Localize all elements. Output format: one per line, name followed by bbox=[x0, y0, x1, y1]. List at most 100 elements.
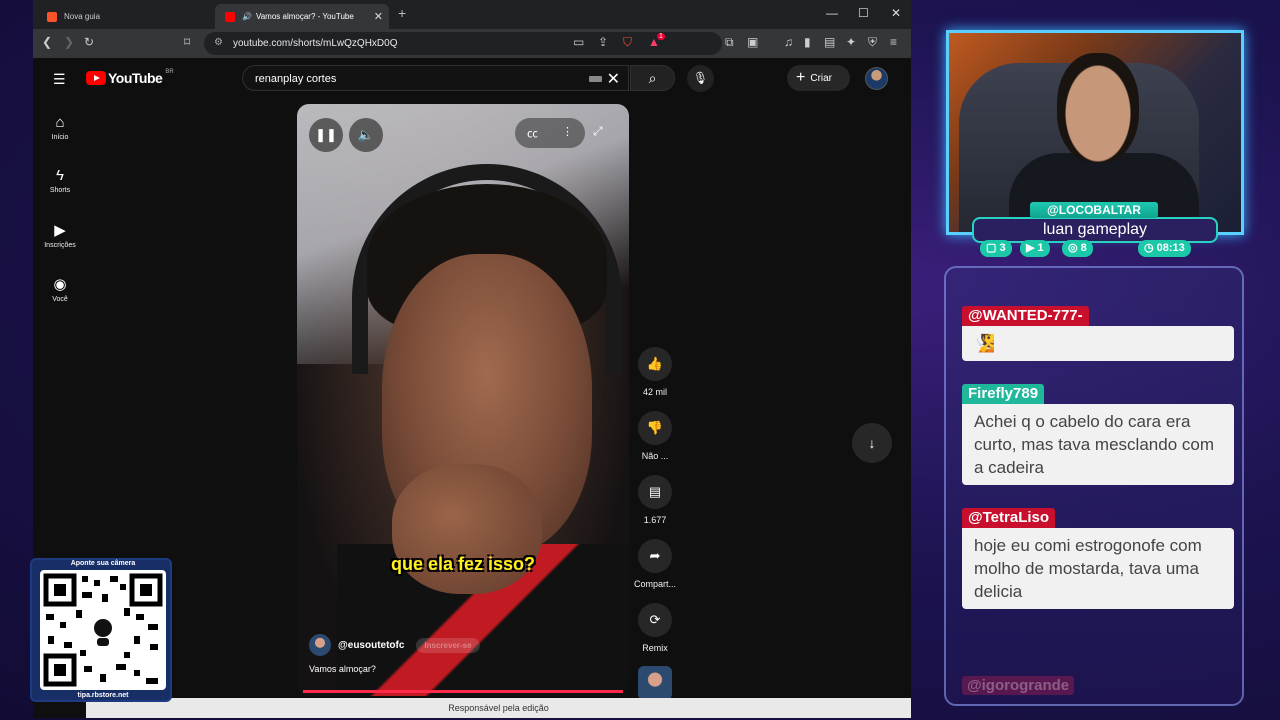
pause-button[interactable]: ❚❚ bbox=[309, 118, 343, 152]
comments-button[interactable]: ▤ 1.677 bbox=[631, 475, 679, 525]
tab-new-tab[interactable]: Nova guia bbox=[37, 4, 213, 29]
voice-search-button[interactable]: 🎙 bbox=[687, 65, 714, 92]
cast-icon[interactable]: ▭ bbox=[573, 35, 584, 49]
guide-menu-icon[interactable]: ☰ bbox=[53, 71, 66, 88]
edit-credit-bar: Responsável pela edição bbox=[86, 698, 911, 718]
more-options-icon[interactable]: ⋮ bbox=[562, 125, 573, 138]
youtube-favicon-icon bbox=[225, 11, 235, 22]
sidebar-item-label: Shorts bbox=[49, 187, 71, 194]
video-title[interactable]: Vamos almoçar? bbox=[309, 664, 376, 674]
create-button[interactable]: + Criar bbox=[787, 65, 850, 91]
logo-text: YouTube bbox=[108, 70, 163, 86]
chat-message: Firefly789 Achei q o cabelo do cara era … bbox=[962, 384, 1234, 485]
sidebar-item-shorts[interactable]: ϟ Shorts bbox=[33, 167, 87, 194]
keyboard-icon[interactable] bbox=[589, 76, 602, 82]
kick-icon: ◎ bbox=[1068, 242, 1081, 254]
share-icon: ➦ bbox=[638, 539, 672, 573]
shorts-icon: ϟ bbox=[56, 167, 64, 184]
new-tab-button[interactable]: + bbox=[398, 5, 406, 21]
remix-icon: ⟳ bbox=[638, 603, 672, 637]
search-input[interactable]: renanplay cortes ✕ bbox=[242, 65, 629, 91]
comment-count: 1.677 bbox=[643, 515, 667, 525]
clear-search-icon[interactable]: ✕ bbox=[607, 69, 620, 89]
pause-icon: ❚❚ bbox=[315, 127, 337, 142]
stat-value: 3 bbox=[999, 242, 1006, 254]
sidebar-item-home[interactable]: ⌂ Início bbox=[33, 114, 87, 141]
tab-title: Nova guia bbox=[64, 12, 101, 21]
qr-code bbox=[40, 570, 166, 690]
youtube-play-icon bbox=[86, 71, 106, 85]
leo-ai-icon[interactable]: ✦ bbox=[846, 35, 856, 49]
subscribe-button[interactable]: Inscrever-se bbox=[416, 637, 480, 653]
dislike-button[interactable]: 👎 Não ... bbox=[631, 411, 679, 461]
extensions-icon[interactable]: ⧉ bbox=[725, 35, 734, 50]
forward-icon[interactable]: ❯ bbox=[64, 35, 74, 49]
channel-name[interactable]: @eusoutetofc bbox=[338, 640, 404, 651]
chat-panel: @WANTED-777- 🧏 Firefly789 Achei q o cabe… bbox=[944, 266, 1244, 706]
address-bar[interactable]: ⚙ youtube.com/shorts/mLwQzQHxD0Q bbox=[204, 32, 722, 55]
search-icon: ⌕ bbox=[648, 70, 657, 86]
brave-icon bbox=[47, 11, 57, 22]
chat-username: @WANTED-777- bbox=[962, 306, 1089, 326]
qr-url: tipa.rbstore.net bbox=[77, 692, 129, 699]
qr-header: Aponte sua câmera bbox=[70, 560, 136, 567]
close-tab-icon[interactable]: ✕ bbox=[374, 10, 383, 23]
share-button[interactable]: ➦ Compart... bbox=[631, 539, 679, 589]
menu-icon[interactable]: ≡ bbox=[890, 35, 897, 49]
avatar[interactable] bbox=[865, 67, 888, 90]
kick-viewers-badge: ◎ 8 bbox=[1062, 240, 1093, 257]
share-page-icon[interactable]: ⇪ bbox=[598, 35, 608, 49]
back-icon[interactable]: ❮ bbox=[42, 35, 52, 49]
twitch-viewers-badge: ▢ 3 bbox=[980, 240, 1012, 257]
volume-button[interactable]: 🔈 bbox=[349, 118, 383, 152]
sound-thumbnail[interactable] bbox=[631, 666, 679, 700]
maximize-icon[interactable]: ☐ bbox=[858, 6, 869, 20]
sidebar-item-label: Início bbox=[51, 134, 69, 141]
chat-message: @WANTED-777- 🧏 bbox=[962, 306, 1234, 361]
clock-icon: ◷ bbox=[1144, 242, 1157, 254]
captions-icon[interactable]: ㏄ bbox=[527, 125, 538, 141]
remix-label: Remix bbox=[642, 643, 668, 653]
progress-bar[interactable] bbox=[303, 690, 623, 693]
next-short-button[interactable]: ↓ bbox=[852, 423, 892, 463]
search-query: renanplay cortes bbox=[255, 73, 337, 85]
brave-shields-icon[interactable]: ⛉ bbox=[623, 35, 632, 50]
stream-timer-badge: ◷ 08:13 bbox=[1138, 240, 1191, 257]
minimize-icon[interactable]: — bbox=[826, 6, 838, 20]
fullscreen-icon[interactable]: ⤢ bbox=[593, 124, 603, 139]
vpn-icon[interactable]: ⛨ bbox=[868, 35, 877, 50]
youtube-logo[interactable]: YouTube BR bbox=[86, 69, 174, 86]
chat-text: Achei q o cabelo do cara era curto, mas … bbox=[962, 404, 1234, 485]
sidebar-icon[interactable]: ▮ bbox=[804, 35, 811, 49]
tab-youtube[interactable]: 🔊 Vamos almoçar? - YouTube ✕ bbox=[215, 4, 389, 29]
reload-icon[interactable]: ↻ bbox=[84, 35, 94, 49]
site-info-icon[interactable]: ⚙ bbox=[214, 37, 223, 48]
close-window-icon[interactable]: ✕ bbox=[891, 6, 901, 20]
comment-icon: ▤ bbox=[638, 475, 672, 509]
tab-strip: Nova guia 🔊 Vamos almoçar? - YouTube ✕ +… bbox=[33, 0, 911, 29]
bookmark-icon[interactable]: ⌑ bbox=[184, 35, 190, 49]
sidebar-item-subscriptions[interactable]: ▶ Inscrições bbox=[33, 221, 87, 249]
subscriptions-icon: ▶ bbox=[54, 222, 66, 239]
player-controls: ㏄ ⋮ bbox=[515, 118, 585, 148]
chat-text: 🧏 bbox=[962, 326, 1234, 361]
streamer-handle: @LOCOBALTAR bbox=[1030, 202, 1158, 218]
youtube-icon: ▶ bbox=[1026, 242, 1038, 254]
wallet-icon[interactable]: ▤ bbox=[824, 35, 835, 49]
volume-icon: 🔈 bbox=[357, 127, 375, 142]
chat-username: @TetraLiso bbox=[962, 508, 1056, 528]
remix-button[interactable]: ⟳ Remix bbox=[631, 603, 679, 653]
search-button[interactable]: ⌕ bbox=[630, 65, 675, 91]
channel-info: @eusoutetofc Inscrever-se bbox=[309, 634, 480, 656]
dislike-label: Não ... bbox=[641, 451, 669, 461]
chat-message: @TetraLiso hoje eu comi estrogonofe com … bbox=[962, 508, 1234, 609]
screenshot-icon[interactable]: ▣ bbox=[747, 35, 758, 49]
shorts-player[interactable]: ❚❚ 🔈 ㏄ ⋮ ⤢ que ela fez isso? @eusoutetof… bbox=[297, 104, 629, 696]
channel-avatar[interactable] bbox=[309, 634, 331, 656]
url-text: youtube.com/shorts/mLwQzQHxD0Q bbox=[233, 38, 398, 49]
twitch-icon: ▢ bbox=[986, 242, 1000, 254]
sidebar-item-label: Você bbox=[52, 296, 68, 303]
sidebar-item-you[interactable]: ◉ Você bbox=[33, 275, 87, 303]
like-button[interactable]: 👍 42 mil bbox=[631, 347, 679, 397]
music-icon[interactable]: ♫ bbox=[784, 35, 793, 49]
